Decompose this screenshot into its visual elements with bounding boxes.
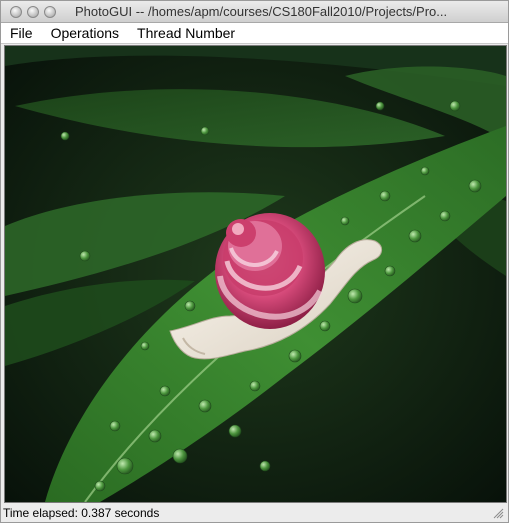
window-controls <box>10 5 56 18</box>
snail-on-leaf-image <box>5 46 506 502</box>
close-window-button[interactable] <box>10 5 22 18</box>
resize-grip-icon[interactable] <box>493 508 504 519</box>
menu-operations[interactable]: Operations <box>42 25 128 41</box>
menu-bar: File Operations Thread Number <box>1 23 508 44</box>
title-bar[interactable]: PhotoGUI -- /homes/apm/courses/CS180Fall… <box>1 1 508 23</box>
menu-thread-number[interactable]: Thread Number <box>128 25 244 41</box>
status-bar: Time elapsed: 0.387 seconds <box>1 503 508 522</box>
zoom-window-button[interactable] <box>44 5 56 18</box>
menu-file[interactable]: File <box>1 25 42 41</box>
window-title: PhotoGUI -- /homes/apm/courses/CS180Fall… <box>75 4 448 19</box>
photo-display <box>4 45 507 503</box>
photogui-window: PhotoGUI -- /homes/apm/courses/CS180Fall… <box>0 0 509 523</box>
elapsed-time-text: Time elapsed: 0.387 seconds <box>3 505 160 520</box>
minimize-window-button[interactable] <box>27 5 39 18</box>
